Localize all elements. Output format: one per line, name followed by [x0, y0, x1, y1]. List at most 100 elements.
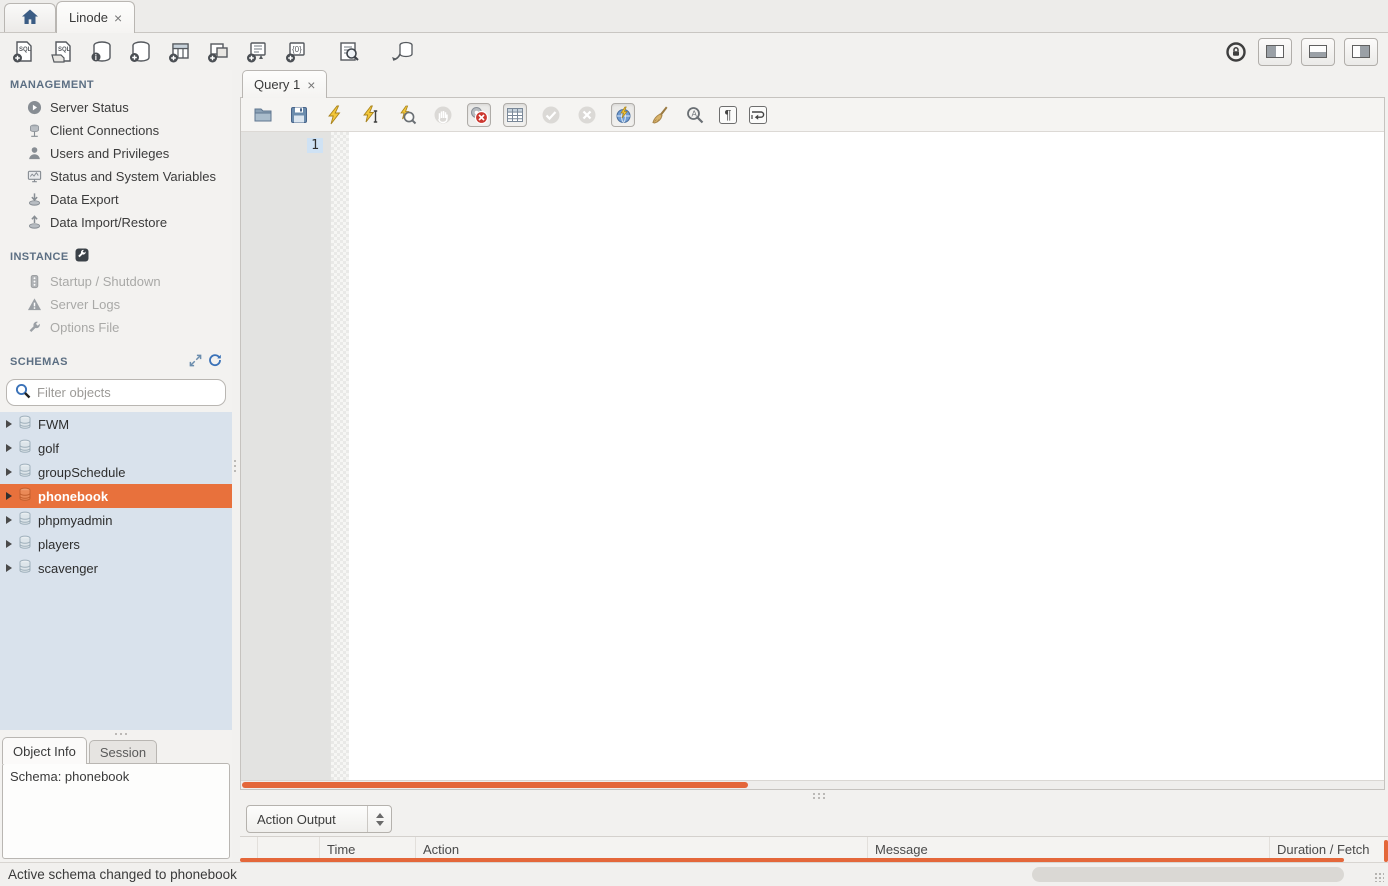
query-tab-label: Query 1 — [254, 77, 300, 92]
sql-editor-toolbar: A ¶ — [241, 98, 1384, 132]
sidebar-info-panel: Object Info Session Schema: phonebook — [0, 730, 232, 862]
sidebar-item-startup-shutdown[interactable]: Startup / Shutdown — [0, 270, 232, 293]
tab-session[interactable]: Session — [89, 740, 157, 764]
database-icon — [18, 487, 32, 505]
commit-icon[interactable] — [539, 103, 563, 127]
sidebar-item-data-export[interactable]: Data Export — [0, 188, 232, 211]
output-scrollbar-thumb[interactable] — [1032, 867, 1344, 882]
execute-current-icon[interactable] — [359, 103, 383, 127]
combo-spinner-icon[interactable] — [367, 806, 391, 832]
schema-name: golf — [38, 441, 59, 456]
schema-row-phonebook[interactable]: phonebook — [0, 484, 232, 508]
editor-output-splitter[interactable] — [240, 790, 1388, 802]
execute-icon[interactable] — [323, 103, 347, 127]
expander-triangle-icon[interactable] — [6, 540, 12, 548]
stop-on-error-toggle-icon[interactable] — [467, 103, 491, 127]
invisible-characters-icon[interactable]: ¶ — [719, 106, 737, 124]
line-number-gutter: 1 — [241, 132, 331, 780]
sidebar-item-server-logs[interactable]: Server Logs — [0, 293, 232, 316]
rollback-icon[interactable] — [575, 103, 599, 127]
expander-triangle-icon[interactable] — [6, 468, 12, 476]
object-info-text: Schema: phonebook — [10, 769, 129, 784]
splitter-grip-icon — [813, 793, 815, 795]
home-tab[interactable] — [4, 3, 56, 32]
home-icon — [20, 7, 40, 30]
expander-triangle-icon[interactable] — [6, 420, 12, 428]
explain-icon[interactable] — [395, 103, 419, 127]
sql-text-area[interactable] — [349, 132, 1384, 780]
schema-name: phonebook — [38, 489, 108, 504]
sidebar-item-server-status[interactable]: Server Status — [0, 96, 232, 119]
schemas-section-title: SCHEMAS — [0, 339, 232, 375]
open-file-icon[interactable] — [251, 103, 275, 127]
users-icon — [26, 146, 42, 162]
schema-tree: FWM golf groupSchedule phonebook — [0, 412, 232, 730]
sidebar-item-options-file[interactable]: Options File — [0, 316, 232, 339]
find-icon[interactable]: A — [683, 103, 707, 127]
toggle-bottom-panel-button[interactable] — [1301, 38, 1335, 66]
schema-row-golf[interactable]: golf — [0, 436, 232, 460]
schema-name: groupSchedule — [38, 465, 125, 480]
output-type-select[interactable]: Action Output — [246, 805, 392, 833]
toggle-left-panel-button[interactable] — [1258, 38, 1292, 66]
tab-object-info[interactable]: Object Info — [2, 737, 87, 764]
system-variables-icon — [26, 169, 42, 185]
schema-info-icon[interactable]: i — [88, 39, 114, 65]
close-icon[interactable]: × — [114, 11, 122, 25]
new-procedure-icon[interactable] — [244, 39, 270, 65]
schema-row-players[interactable]: players — [0, 532, 232, 556]
expander-triangle-icon[interactable] — [6, 564, 12, 572]
sql-editor-body[interactable]: 1 — [241, 132, 1384, 780]
sidebar-item-data-import[interactable]: Data Import/Restore — [0, 211, 232, 234]
autocommit-toggle-icon[interactable] — [611, 103, 635, 127]
new-schema-icon[interactable] — [127, 39, 153, 65]
editor-scrollbar-thumb[interactable] — [242, 782, 748, 788]
new-function-icon[interactable]: {0} — [283, 39, 309, 65]
svg-text:{0}: {0} — [292, 45, 302, 54]
status-message: Active schema changed to phonebook — [8, 867, 237, 882]
window-resize-grip[interactable] — [1374, 872, 1384, 882]
mysql-workbench-window: Linode × SQL SQL i {0} — [0, 0, 1388, 886]
sidebar-item-label: Server Logs — [50, 297, 120, 312]
wrap-text-icon[interactable] — [749, 106, 767, 124]
close-icon[interactable]: × — [307, 78, 315, 92]
new-query-tab-icon[interactable]: SQL — [10, 39, 36, 65]
wrench-badge-icon[interactable] — [75, 248, 89, 265]
instance-title-label: INSTANCE — [10, 251, 69, 263]
refresh-icon[interactable] — [208, 353, 222, 370]
schema-row-phpmyadmin[interactable]: phpmyadmin — [0, 508, 232, 532]
stop-icon[interactable] — [431, 103, 455, 127]
migration-icon[interactable] — [389, 39, 415, 65]
new-table-icon[interactable] — [166, 39, 192, 65]
expander-triangle-icon[interactable] — [6, 444, 12, 452]
sql-editor-area: Query 1 × — [238, 70, 1388, 862]
schema-name: FWM — [38, 417, 69, 432]
toggle-right-panel-button[interactable] — [1344, 38, 1378, 66]
schema-row-groupschedule[interactable]: groupSchedule — [0, 460, 232, 484]
expander-triangle-icon[interactable] — [6, 516, 12, 524]
new-view-icon[interactable] — [205, 39, 231, 65]
expand-panel-icon[interactable] — [189, 354, 202, 370]
expander-triangle-icon[interactable] — [6, 492, 12, 500]
output-vertical-scrollbar[interactable] — [1384, 840, 1388, 862]
lock-circle-icon[interactable] — [1223, 39, 1249, 65]
schema-row-scavenger[interactable]: scavenger — [0, 556, 232, 580]
sidebar-item-client-connections[interactable]: Client Connections — [0, 119, 232, 142]
connection-tab[interactable]: Linode × — [56, 1, 135, 33]
connection-tab-bar: Linode × — [0, 0, 1388, 33]
tab-query-1[interactable]: Query 1 × — [242, 70, 327, 98]
schema-filter-input[interactable] — [37, 385, 217, 400]
editor-horizontal-scrollbar[interactable] — [241, 780, 1384, 789]
inspect-icon[interactable] — [336, 39, 362, 65]
sidebar-item-users-privileges[interactable]: Users and Privileges — [0, 142, 232, 165]
status-bar: Active schema changed to phonebook — [0, 862, 1388, 886]
save-icon[interactable] — [287, 103, 311, 127]
output-selector-bar: Action Output — [240, 802, 1388, 836]
toggle-left-panel-icon — [1266, 45, 1284, 58]
open-sql-script-icon[interactable]: SQL — [49, 39, 75, 65]
schema-filter-box[interactable] — [6, 379, 226, 406]
beautify-icon[interactable] — [647, 103, 671, 127]
schema-row-fwm[interactable]: FWM — [0, 412, 232, 436]
limit-rows-toggle-icon[interactable] — [503, 103, 527, 127]
sidebar-item-status-system-variables[interactable]: Status and System Variables — [0, 165, 232, 188]
